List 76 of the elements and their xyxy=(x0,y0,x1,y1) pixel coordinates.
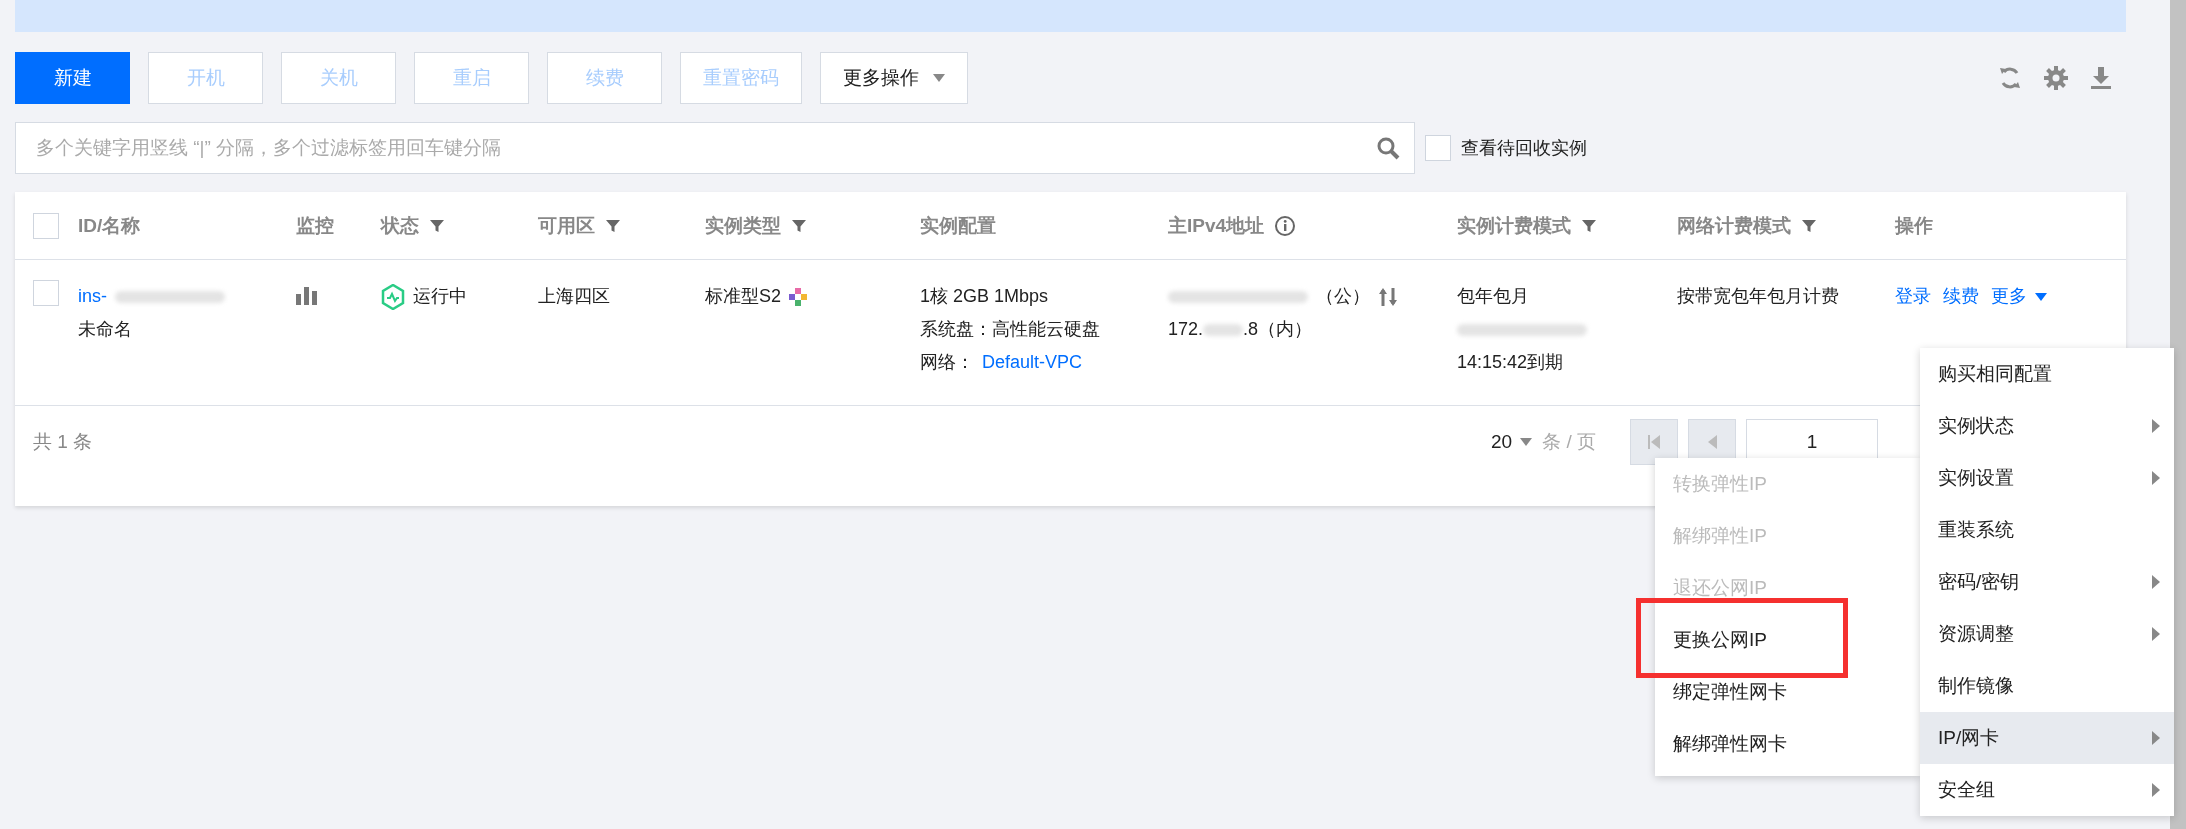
download-icon[interactable] xyxy=(2090,66,2112,90)
column-title: 实例计费模式 xyxy=(1457,213,1571,238)
filter-icon[interactable] xyxy=(1581,217,1597,234)
info-icon[interactable] xyxy=(1274,214,1297,237)
total-count: 共 1 条 xyxy=(33,430,93,454)
config-text: 1核 2GB 1Mbps xyxy=(920,285,1049,308)
search-box[interactable]: 多个关键字用竖线 “|” 分隔，多个过滤标签用回车键分隔 xyxy=(15,122,1415,174)
caret-icon xyxy=(2035,292,2047,301)
refresh-icon[interactable] xyxy=(1998,65,2022,91)
menu-item[interactable]: 实例设置 xyxy=(1920,452,2174,504)
caret-icon xyxy=(933,74,945,82)
submenu-item[interactable]: 绑定弹性网卡 xyxy=(1655,666,1920,718)
submenu-arrow-icon xyxy=(2152,783,2160,797)
menu-item[interactable]: 重装系统 xyxy=(1920,504,2174,556)
instance-type: 标准型S2 xyxy=(705,285,782,308)
submenu-item[interactable]: 更换公网IP xyxy=(1655,614,1920,666)
more-actions-dropdown[interactable]: 更多操作 xyxy=(820,52,968,104)
menu-item[interactable]: 安全组 xyxy=(1920,764,2174,816)
filter-icon[interactable] xyxy=(605,217,621,234)
column-title: 实例类型 xyxy=(705,213,781,238)
network-label: 网络： xyxy=(920,351,974,374)
expiry-text: 14:15:42到期 xyxy=(1457,351,1564,374)
instance-name: 未命名 xyxy=(78,318,132,341)
instance-id-link[interactable]: ins- xyxy=(78,280,107,313)
menu-item[interactable]: 实例状态 xyxy=(1920,400,2174,452)
menu-item[interactable]: 制作镜像 xyxy=(1920,660,2174,712)
menu-item[interactable]: 资源调整 xyxy=(1920,608,2174,660)
prev-page-icon xyxy=(1707,435,1717,449)
submenu-arrow-icon xyxy=(2152,419,2160,433)
filter-icon[interactable] xyxy=(791,217,807,234)
column-title: 实例配置 xyxy=(920,213,996,238)
column-title: 状态 xyxy=(381,213,419,238)
zone-text: 上海四区 xyxy=(538,285,610,308)
private-ip-text: 172. xyxy=(1168,318,1204,341)
checkbox[interactable] xyxy=(1425,135,1451,161)
column-title: 操作 xyxy=(1895,213,1933,238)
search-icon[interactable] xyxy=(1376,136,1400,160)
toolbar-button[interactable]: 新建 xyxy=(15,52,130,104)
filter-icon[interactable] xyxy=(1801,217,1817,234)
action-link[interactable]: 更多 xyxy=(1991,280,2047,313)
checkbox-label: 查看待回收实例 xyxy=(1461,137,1587,160)
running-status-icon xyxy=(381,283,405,310)
action-link[interactable]: 续费 xyxy=(1943,280,1979,313)
row-checkbox[interactable] xyxy=(33,280,59,306)
redacted-text xyxy=(1203,323,1244,336)
public-ip-tag: （公） xyxy=(1316,280,1370,313)
config-text: 系统盘：高性能云硬盘 xyxy=(920,318,1100,341)
action-link[interactable]: 登录 xyxy=(1895,280,1931,313)
column-title: 网络计费模式 xyxy=(1677,213,1791,238)
select-all-checkbox[interactable] xyxy=(33,212,59,239)
submenu-arrow-icon xyxy=(2152,731,2160,745)
menu-item[interactable]: IP/网卡 xyxy=(1920,712,2174,764)
menu-item[interactable]: 购买相同配置 xyxy=(1920,348,2174,400)
column-title: 监控 xyxy=(296,213,334,238)
search-field[interactable]: 多个关键字用竖线 “|” 分隔，多个过滤标签用回车键分隔 xyxy=(34,136,1376,160)
per-page-label: 条 / 页 xyxy=(1542,430,1596,454)
swap-icon[interactable] xyxy=(1378,285,1398,308)
submenu-arrow-icon xyxy=(2152,627,2160,641)
column-title: 可用区 xyxy=(538,213,595,238)
submenu-arrow-icon xyxy=(2152,575,2160,589)
private-ip-text: .8（内） xyxy=(1243,318,1313,341)
submenu-arrow-icon xyxy=(2152,471,2160,485)
column-title: 主IPv4地址 xyxy=(1168,213,1265,238)
menu-item[interactable]: 密码/密钥 xyxy=(1920,556,2174,608)
settings-icon[interactable] xyxy=(2044,66,2068,90)
first-page-icon xyxy=(1648,435,1660,449)
filter-icon[interactable] xyxy=(429,217,445,234)
caret-icon xyxy=(1520,438,1533,446)
billing-mode: 包年包月 xyxy=(1457,285,1529,308)
page-size-select[interactable]: 20 xyxy=(1491,420,1533,464)
column-title: ID/名称 xyxy=(78,213,141,238)
network-link[interactable]: Default-VPC xyxy=(982,346,1083,379)
network-billing-mode: 按带宽包年包月计费 xyxy=(1677,285,1839,308)
status-text: 运行中 xyxy=(413,285,467,308)
badge-icon xyxy=(789,287,808,306)
submenu-item[interactable]: 解绑弹性网卡 xyxy=(1655,718,1920,770)
